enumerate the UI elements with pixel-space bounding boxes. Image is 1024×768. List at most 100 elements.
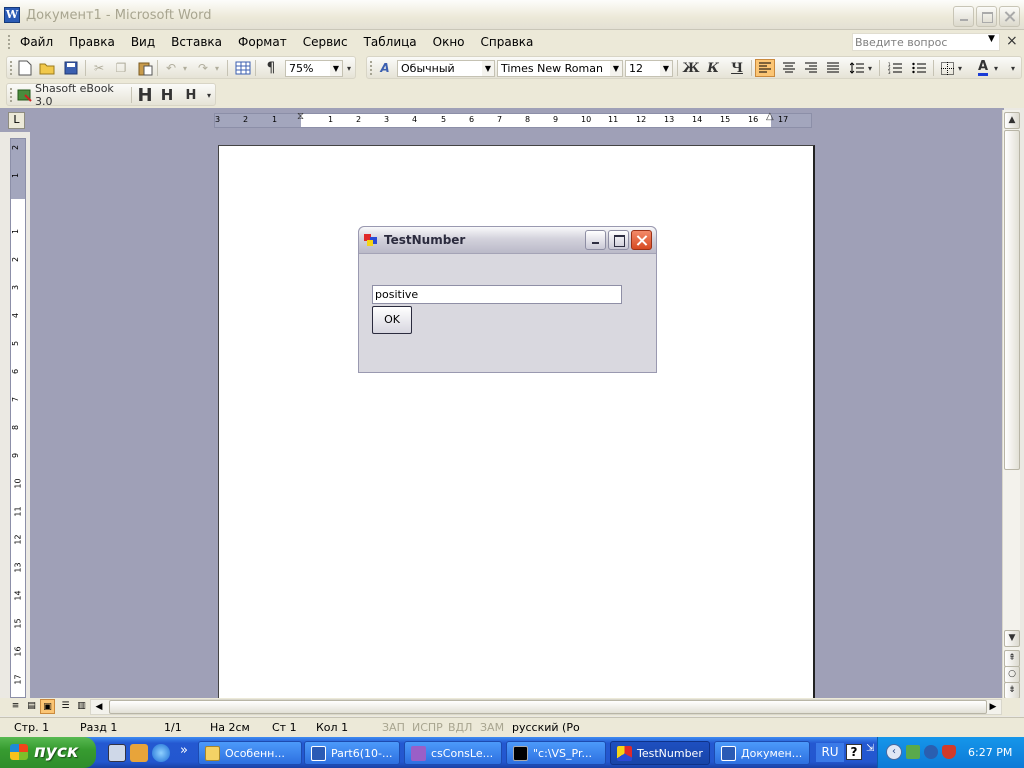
taskbar-item[interactable]: csConsLe... [404, 741, 502, 765]
show-formatting-icon[interactable]: ¶ [261, 59, 281, 77]
menu-tools[interactable]: Сервис [295, 35, 356, 49]
heading-1-button[interactable]: H [135, 85, 155, 106]
vertical-scrollbar[interactable]: ▲ ▼ ⇞ ○ ⇟ [1002, 110, 1020, 699]
outline-view-icon[interactable]: ☰ [58, 699, 73, 714]
title-bar[interactable]: W Документ1 - Microsoft Word [0, 0, 1024, 30]
scroll-thumb[interactable] [1004, 130, 1020, 470]
taskbar-item[interactable]: "c:\VS_Pr... [506, 741, 606, 765]
scroll-up-icon[interactable]: ▲ [1004, 112, 1020, 129]
menu-insert[interactable]: Вставка [163, 35, 230, 49]
align-left-icon[interactable] [755, 59, 775, 77]
ask-question-input[interactable]: Введите вопрос [852, 33, 1000, 51]
redo-dropdown-icon[interactable]: ▾ [207, 59, 227, 77]
scroll-left-icon[interactable]: ◀ [91, 700, 107, 714]
menu-format[interactable]: Формат [230, 35, 295, 49]
menu-edit[interactable]: Правка [61, 35, 123, 49]
toolbar-grip[interactable] [10, 61, 12, 75]
underline-button[interactable]: Ч [727, 59, 747, 77]
help-icon[interactable]: ? [846, 744, 862, 760]
chevron-down-icon[interactable]: ▾ [955, 59, 965, 77]
justify-icon[interactable] [823, 59, 843, 77]
taskbar-item-active[interactable]: TestNumber [610, 741, 710, 765]
borders-icon[interactable] [937, 59, 957, 77]
font-color-icon[interactable]: A [973, 59, 993, 77]
number-input[interactable] [372, 285, 622, 304]
menu-table[interactable]: Таблица [356, 35, 425, 49]
ebook-label[interactable]: Shasoft eBook 3.0 [35, 82, 127, 108]
ebook-icon[interactable] [15, 86, 35, 104]
print-layout-icon[interactable]: ▣ [40, 699, 55, 714]
copy-icon[interactable]: ❐ [111, 59, 131, 77]
tab-selector-button[interactable]: L [8, 112, 25, 129]
horizontal-scrollbar[interactable]: ◀ ▶ [90, 699, 1002, 715]
first-line-indent-marker[interactable]: ⧖ [297, 111, 304, 122]
quicklaunch-tool-icon[interactable] [130, 744, 148, 762]
horizontal-scroll-thumb[interactable] [109, 700, 987, 714]
scroll-down-icon[interactable]: ▼ [1004, 630, 1020, 647]
toolbar-grip[interactable] [8, 35, 11, 49]
font-select[interactable]: Times New Roman ▼ [497, 60, 623, 77]
undo-dropdown-icon[interactable]: ▾ [175, 59, 195, 77]
next-page-icon[interactable]: ⇟ [1004, 682, 1020, 699]
right-indent-marker[interactable]: △ [766, 111, 774, 122]
bold-button[interactable]: Ж [681, 59, 701, 77]
menu-view[interactable]: Вид [123, 35, 163, 49]
toolbar-options-icon[interactable]: ▾ [1007, 59, 1019, 77]
open-folder-icon[interactable] [37, 59, 57, 77]
select-browse-object-icon[interactable]: ○ [1004, 666, 1020, 683]
dialog-close-button[interactable] [631, 230, 652, 250]
scroll-right-icon[interactable]: ▶ [985, 700, 1001, 714]
taskbar-item[interactable]: Докумен... [714, 741, 810, 765]
web-layout-icon[interactable]: ▤ [24, 699, 39, 714]
close-button[interactable] [999, 6, 1020, 27]
menu-window[interactable]: Окно [425, 35, 473, 49]
new-document-icon[interactable] [15, 59, 35, 77]
toolbar-options-icon[interactable]: ▾ [343, 59, 355, 77]
toolbar-options-icon[interactable]: ▾ [203, 86, 215, 104]
toolbar-grip[interactable] [370, 61, 372, 75]
language-bar-options-icon[interactable]: ⇲ [866, 743, 874, 754]
vertical-ruler[interactable]: 2 1 1 2 3 4 5 6 7 8 9 10 11 12 13 14 15 … [10, 138, 26, 698]
document-close-icon[interactable]: × [1006, 33, 1018, 49]
ask-dropdown-icon[interactable]: ▼ [988, 34, 995, 44]
insert-table-icon[interactable] [233, 59, 253, 77]
toolbar-grip[interactable] [10, 88, 12, 102]
line-spacing-icon[interactable] [847, 59, 867, 77]
dialog-title-bar[interactable]: TestNumber [359, 227, 656, 254]
previous-page-icon[interactable]: ⇞ [1004, 650, 1020, 667]
status-rec[interactable]: ЗАП [382, 721, 405, 734]
show-desktop-icon[interactable] [108, 744, 126, 762]
taskbar-item[interactable]: Особенн... [198, 741, 302, 765]
dialog-maximize-button[interactable] [608, 230, 629, 250]
styles-pane-icon[interactable]: A [375, 59, 395, 77]
word-app-icon[interactable]: W [4, 7, 20, 23]
save-icon[interactable] [61, 59, 81, 77]
ok-button[interactable]: OK [372, 306, 412, 334]
tray-app-icon[interactable] [924, 745, 938, 759]
align-right-icon[interactable] [801, 59, 821, 77]
language-indicator[interactable]: RU [816, 743, 844, 762]
status-ovr[interactable]: ЗАМ [480, 721, 504, 734]
chevron-down-icon[interactable]: ▾ [991, 59, 1001, 77]
chevron-down-icon[interactable]: ▼ [610, 61, 622, 76]
reading-layout-icon[interactable]: ▥ [74, 699, 89, 714]
italic-button[interactable]: К [703, 59, 723, 77]
internet-explorer-icon[interactable] [152, 744, 170, 762]
form-app-icon[interactable] [364, 234, 378, 247]
font-size-select[interactable]: 12 ▼ [625, 60, 673, 77]
menu-file[interactable]: Файл [20, 35, 61, 49]
zoom-select[interactable]: 75% ▼ [285, 60, 343, 77]
style-select[interactable]: Обычный ▼ [397, 60, 495, 77]
chevron-down-icon[interactable]: ▼ [482, 61, 494, 76]
heading-3-button[interactable]: H [181, 86, 201, 104]
clock[interactable]: 6:27 PM [968, 746, 1012, 759]
status-trk[interactable]: ИСПР [412, 721, 443, 734]
tray-collapse-icon[interactable]: ‹ [886, 744, 902, 760]
status-ext[interactable]: ВДЛ [448, 721, 472, 734]
quicklaunch-more-icon[interactable]: » [180, 743, 188, 758]
chevron-down-icon[interactable]: ▼ [330, 61, 342, 76]
chevron-down-icon[interactable]: ▼ [660, 61, 672, 76]
minimize-button[interactable] [953, 6, 974, 27]
heading-2-button[interactable]: H [157, 86, 177, 104]
align-center-icon[interactable] [779, 59, 799, 77]
